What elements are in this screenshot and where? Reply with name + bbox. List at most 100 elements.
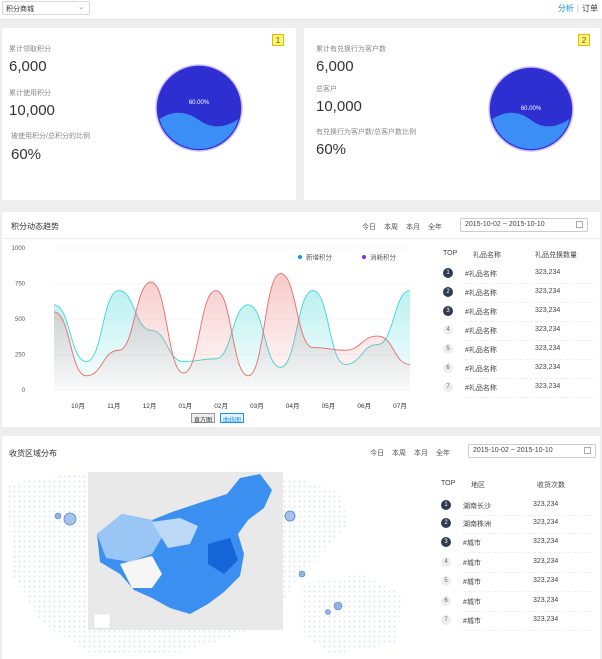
row-divider bbox=[465, 302, 593, 303]
stat-value: 10,000 bbox=[9, 102, 55, 119]
rank-row[interactable]: 3 #礼品名称 323,234 bbox=[443, 304, 593, 322]
rank-number-badge: 4 bbox=[443, 325, 453, 335]
row-divider bbox=[465, 283, 593, 284]
x-tick-label: 10月 bbox=[71, 402, 85, 410]
rank-count: 323,234 bbox=[535, 383, 561, 390]
rank-name: #城市 bbox=[463, 618, 481, 625]
filter-today[interactable]: 今日 bbox=[362, 224, 376, 231]
rank-row[interactable]: 7 #礼品名称 323,234 bbox=[443, 380, 593, 398]
x-tick-label: 01月 bbox=[178, 402, 192, 410]
rank-row[interactable]: 7 #城市 323,234 bbox=[441, 613, 591, 631]
oceania-dot-map bbox=[302, 574, 402, 654]
rank-row[interactable]: 2 #礼品名称 323,234 bbox=[443, 285, 593, 303]
row-divider bbox=[463, 571, 591, 573]
usage-gauge: 60.00% bbox=[155, 64, 243, 152]
stat-value: 10,000 bbox=[316, 98, 362, 115]
rank-number-badge: 6 bbox=[443, 363, 453, 373]
customer-summary-card: 2 累计有兑换行为客户数 6,000 总客户 10,000 有兑换行为客户数/总… bbox=[304, 28, 600, 200]
store-select[interactable]: 积分商城 ⌄ bbox=[2, 1, 90, 15]
card-badge: 2 bbox=[578, 34, 590, 46]
rank-count: 323,234 bbox=[533, 538, 559, 545]
filter-year[interactable]: 全年 bbox=[428, 224, 442, 231]
gauge-label: 60.00% bbox=[521, 106, 542, 112]
filter-today[interactable]: 今日 bbox=[370, 450, 384, 457]
filter-month[interactable]: 本月 bbox=[414, 450, 428, 457]
region-filters: 今日 本周 本月 全年 bbox=[370, 448, 458, 458]
x-tick-label: 05月 bbox=[322, 402, 336, 410]
rank-row[interactable]: 4 #城市 323,234 bbox=[441, 555, 591, 573]
rank-number-badge: 2 bbox=[443, 287, 453, 297]
stat-value: 6,000 bbox=[9, 58, 47, 75]
row-divider bbox=[465, 340, 593, 341]
stat-label: 累计有兑换行为客户数 bbox=[316, 46, 386, 53]
trend-date-range[interactable]: 2015-10-02 ~ 2015-10-10 bbox=[460, 218, 588, 232]
region-map bbox=[7, 472, 402, 654]
legend-label[interactable]: 新增积分 bbox=[306, 253, 333, 262]
rank-row[interactable]: 6 #城市 323,234 bbox=[441, 594, 591, 612]
rank-number-badge: 3 bbox=[443, 306, 453, 316]
toggle-histogram-button[interactable]: 直方图 bbox=[191, 413, 216, 424]
rank-number-badge: 5 bbox=[441, 576, 451, 586]
rank-row[interactable]: 5 #城市 323,234 bbox=[441, 574, 591, 592]
top-bar: 积分商城 ⌄ 分析 | 订单 bbox=[0, 0, 602, 20]
rank-row[interactable]: 1 #礼品名称 323,234 bbox=[443, 266, 593, 284]
filter-month[interactable]: 本月 bbox=[406, 224, 420, 231]
filter-week[interactable]: 本周 bbox=[384, 224, 398, 231]
stat-label: 总客户 bbox=[316, 86, 337, 93]
row-divider bbox=[463, 532, 591, 534]
date-to: 2015-10-10 bbox=[508, 221, 545, 228]
map-bubble bbox=[333, 601, 343, 611]
region-ranking: TOP 地区 收货次数 1 湖南长沙 323,234 2 湖南株洲 323,234 3 #城市… bbox=[441, 480, 591, 631]
nav-analysis-link[interactable]: 分析 bbox=[558, 4, 574, 13]
region-date-range[interactable]: 2015-10-02 ~ 2015-10-10 bbox=[468, 444, 596, 458]
legend-label[interactable]: 消耗积分 bbox=[370, 253, 397, 262]
rank-name: 湖南株洲 bbox=[463, 520, 491, 528]
rank-count: 323,234 bbox=[533, 577, 559, 584]
map-legend bbox=[93, 613, 111, 629]
rank-row[interactable]: 1 湖南长沙 323,234 bbox=[441, 498, 591, 516]
calendar-icon bbox=[584, 447, 591, 454]
rank-row[interactable]: 2 湖南株洲 323,234 bbox=[441, 516, 591, 534]
region-panel: 收货区域分布 今日 本周 本月 全年 2015-10-02 ~ 2015-10-10 … bbox=[2, 436, 600, 659]
stat-value: 6,000 bbox=[316, 58, 354, 75]
stat-value: 60% bbox=[316, 141, 347, 158]
points-summary-card: 1 累计领取积分 6,000 累计使用积分 10,000 被使用积分/总积分的比… bbox=[2, 28, 296, 200]
rank-number-badge: 3 bbox=[441, 537, 451, 547]
calendar-icon bbox=[576, 221, 583, 228]
chevron-down-icon: ⌄ bbox=[78, 4, 84, 11]
rank-count: 323,234 bbox=[535, 364, 561, 371]
x-tick-label: 04月 bbox=[286, 402, 300, 410]
trend-chart: 0 250 500 750 1000 10月 11月 12月 01月 02月 03月 04月 05月 06… bbox=[12, 246, 411, 410]
date-separator: ~ bbox=[510, 447, 515, 454]
x-tick-label: 12月 bbox=[143, 402, 157, 410]
row-divider bbox=[463, 630, 591, 631]
store-select-value: 积分商城 bbox=[6, 6, 34, 13]
map-bubble bbox=[63, 512, 77, 526]
rank-name: #城市 bbox=[463, 559, 481, 567]
row-divider bbox=[465, 378, 593, 379]
filter-week[interactable]: 本周 bbox=[392, 450, 406, 457]
x-tick-label: 02月 bbox=[214, 402, 228, 410]
row-divider bbox=[463, 591, 591, 592]
toggle-curve-button[interactable]: 曲线图 bbox=[220, 413, 245, 424]
rank-header-top: TOP bbox=[441, 480, 456, 487]
rank-name: #礼品名称 bbox=[465, 309, 497, 316]
rank-name: #礼品名称 bbox=[465, 385, 497, 392]
rank-number-badge: 7 bbox=[443, 382, 453, 392]
rank-count: 323,234 bbox=[533, 501, 559, 508]
date-from: 2015-10-02 bbox=[465, 221, 501, 228]
rank-row[interactable]: 4 #礼品名称 323,234 bbox=[443, 323, 593, 341]
rank-name: #礼品名称 bbox=[465, 366, 497, 373]
legend-marker bbox=[362, 255, 366, 259]
row-divider bbox=[465, 321, 593, 322]
nav-orders-link[interactable]: 订单 bbox=[582, 4, 598, 13]
y-tick-label: 750 bbox=[15, 282, 26, 288]
rank-number-badge: 1 bbox=[443, 268, 453, 278]
x-tick-label: 11月 bbox=[107, 402, 120, 410]
nav-separator: | bbox=[576, 4, 579, 13]
filter-year[interactable]: 全年 bbox=[436, 450, 450, 457]
rank-row[interactable]: 3 #城市 323,234 bbox=[441, 535, 591, 553]
rank-row[interactable]: 5 #礼品名称 323,234 bbox=[443, 342, 593, 360]
rank-number-badge: 1 bbox=[441, 500, 451, 510]
rank-row[interactable]: 6 #礼品名称 323,234 bbox=[443, 361, 593, 379]
